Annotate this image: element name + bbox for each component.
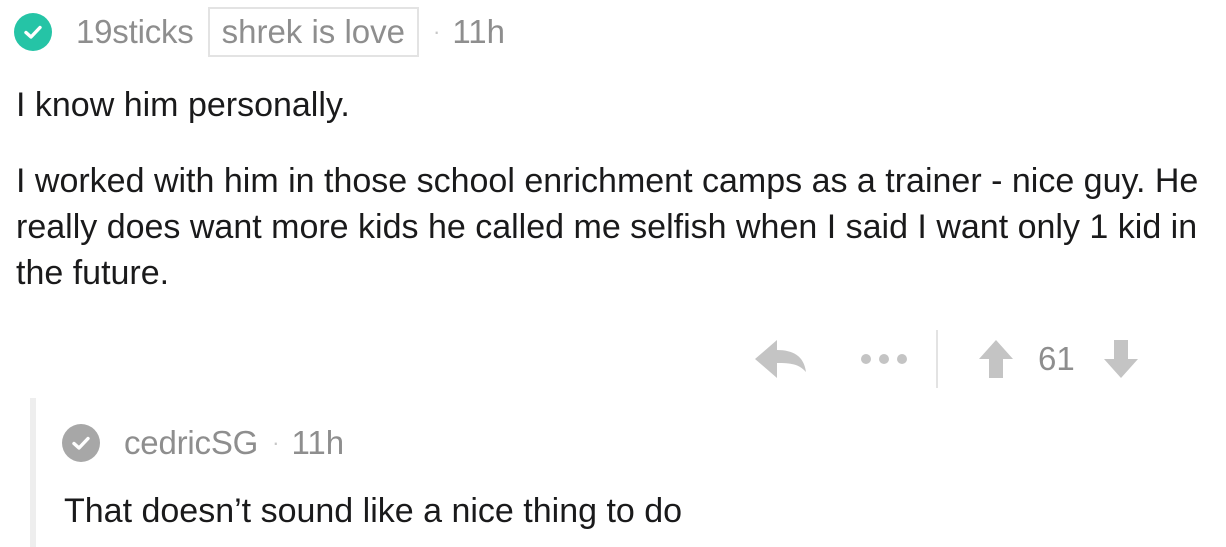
vote-score: 61 bbox=[1038, 340, 1075, 377]
separator-dot: · bbox=[433, 19, 441, 44]
reply-header: cedricSG · 11h bbox=[62, 418, 344, 468]
downvote-arrow-icon[interactable] bbox=[1101, 337, 1141, 381]
upvote-arrow-icon[interactable] bbox=[976, 337, 1016, 381]
more-dots-icon[interactable] bbox=[856, 339, 912, 379]
separator-dot: · bbox=[272, 430, 280, 455]
comment-timestamp: 11h bbox=[452, 13, 505, 50]
action-divider bbox=[936, 330, 938, 388]
reply-timestamp: 11h bbox=[291, 424, 345, 461]
reply-body: That doesn’t sound like a nice thing to … bbox=[64, 492, 683, 530]
reply-thread-line[interactable] bbox=[30, 398, 36, 547]
comment-username[interactable]: 19sticks bbox=[76, 13, 194, 51]
verified-check-icon bbox=[14, 13, 52, 51]
comment-body-paragraph-2: I worked with him in those school enrich… bbox=[16, 162, 1199, 292]
user-flair: shrek is love bbox=[207, 7, 420, 57]
verified-check-icon bbox=[62, 424, 100, 462]
comment-header: 19sticks shrek is love · 11h bbox=[14, 6, 505, 58]
comment-body-paragraph-1: I know him personally. bbox=[16, 86, 350, 124]
comment-action-bar: 61 bbox=[740, 328, 1206, 390]
reply-username[interactable]: cedricSG bbox=[124, 424, 258, 462]
reply-arrow-icon[interactable] bbox=[750, 334, 810, 384]
